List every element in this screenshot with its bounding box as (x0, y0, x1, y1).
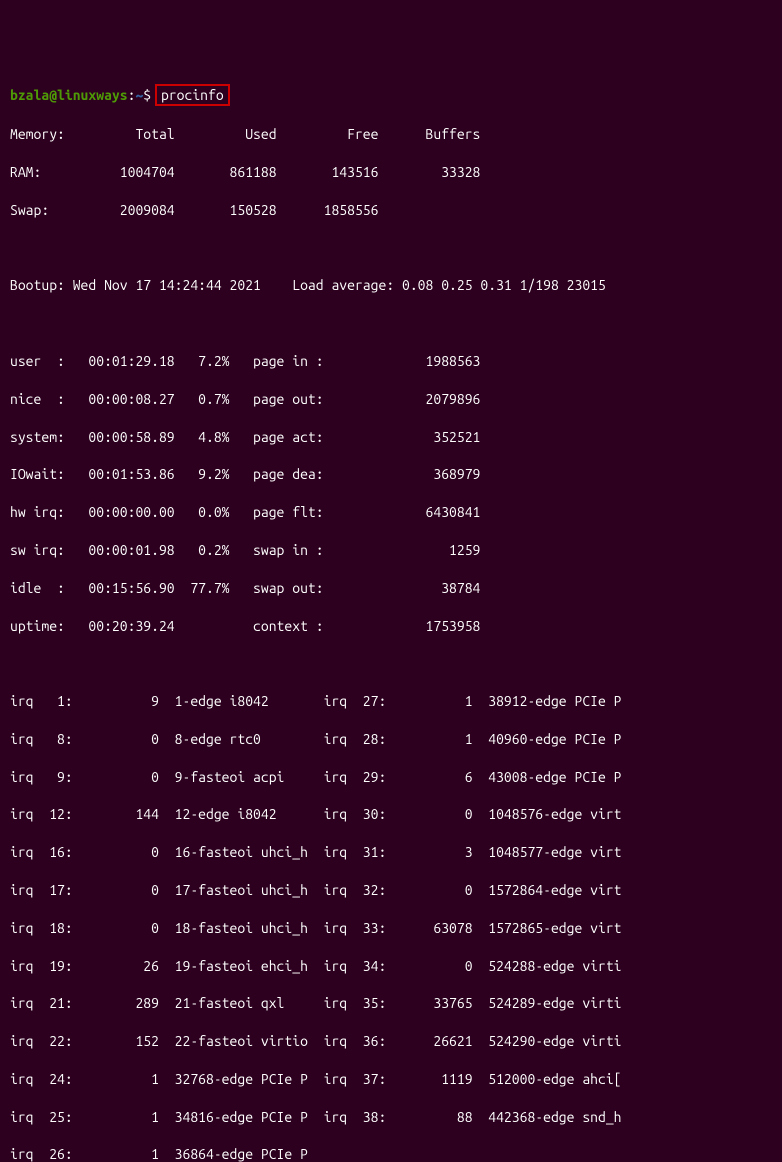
prompt-user-host: bzala@linuxways (10, 87, 128, 103)
stat-line: sw irq: 00:00:01.98 0.2% swap in : 1259 (10, 541, 772, 560)
irq-line: irq 25: 1 34816-edge PCIe P irq 38: 88 4… (10, 1108, 772, 1127)
stat-line: nice : 00:00:08.27 0.7% page out: 207989… (10, 390, 772, 409)
irq-line: irq 26: 1 36864-edge PCIe P (10, 1145, 772, 1162)
blank-line (10, 314, 772, 333)
blank-line (10, 654, 772, 673)
command-text: procinfo (161, 87, 224, 103)
stat-line: system: 00:00:58.89 4.8% page act: 35252… (10, 428, 772, 447)
ram-line: RAM: 1004704 861188 143516 33328 (10, 163, 772, 182)
swap-line: Swap: 2009084 150528 1858556 (10, 201, 772, 220)
irq-line: irq 18: 0 18-fasteoi uhci_h irq 33: 6307… (10, 919, 772, 938)
irq-line: irq 8: 0 8-edge rtc0 irq 28: 1 40960-edg… (10, 730, 772, 749)
stat-line: hw irq: 00:00:00.00 0.0% page flt: 64308… (10, 503, 772, 522)
stat-line: IOwait: 00:01:53.86 9.2% page dea: 36897… (10, 465, 772, 484)
irq-line: irq 9: 0 9-fasteoi acpi irq 29: 6 43008-… (10, 768, 772, 787)
irq-line: irq 24: 1 32768-edge PCIe P irq 37: 1119… (10, 1070, 772, 1089)
bootup-line: Bootup: Wed Nov 17 14:24:44 2021 Load av… (10, 276, 772, 295)
prompt-line[interactable]: bzala@linuxways:~$ procinfo (10, 84, 772, 107)
irq-line: irq 1: 9 1-edge i8042 irq 27: 1 38912-ed… (10, 692, 772, 711)
command-highlight: procinfo (155, 84, 230, 107)
irq-line: irq 16: 0 16-fasteoi uhci_h irq 31: 3 10… (10, 843, 772, 862)
stat-line: uptime: 00:20:39.24 context : 1753958 (10, 617, 772, 636)
stat-line: idle : 00:15:56.90 77.7% swap out: 38784 (10, 579, 772, 598)
irq-line: irq 12: 144 12-edge i8042 irq 30: 0 1048… (10, 805, 772, 824)
irq-line: irq 21: 289 21-fasteoi qxl irq 35: 33765… (10, 994, 772, 1013)
stat-line: user : 00:01:29.18 7.2% page in : 198856… (10, 352, 772, 371)
memory-header: Memory: Total Used Free Buffers (10, 125, 772, 144)
irq-line: irq 22: 152 22-fasteoi virtio irq 36: 26… (10, 1032, 772, 1051)
irq-line: irq 17: 0 17-fasteoi uhci_h irq 32: 0 15… (10, 881, 772, 900)
irq-line: irq 19: 26 19-fasteoi ehci_h irq 34: 0 5… (10, 957, 772, 976)
blank-line (10, 239, 772, 258)
